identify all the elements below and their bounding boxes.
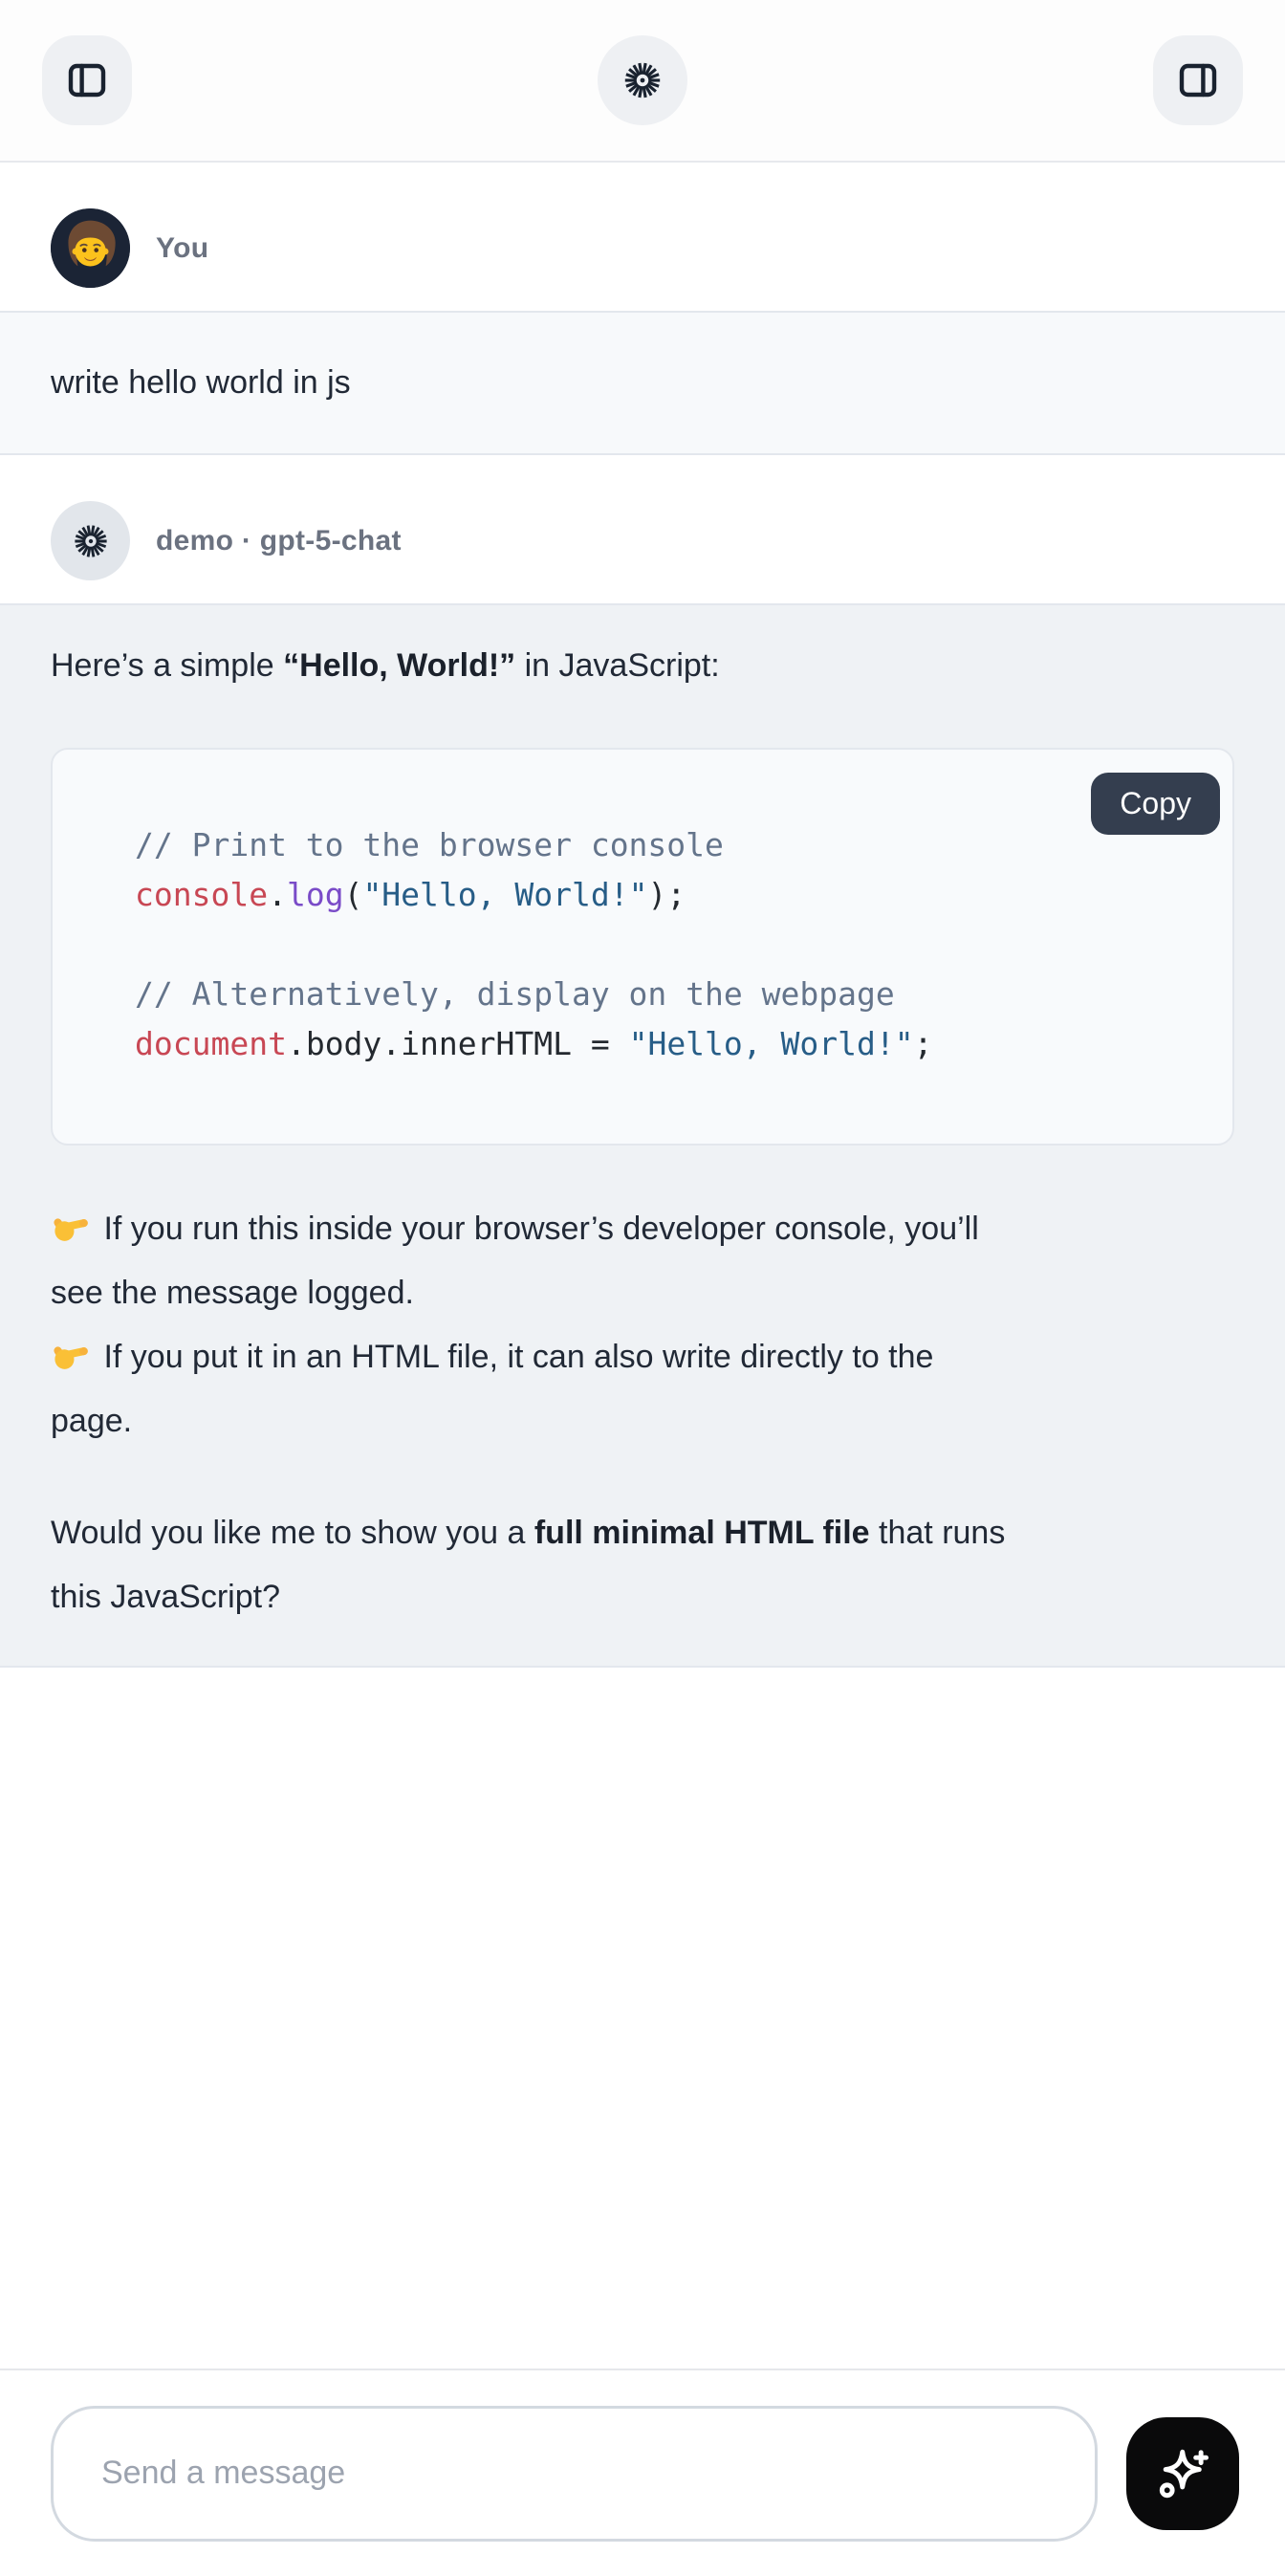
assistant-author-label: demo · gpt-5-chat <box>156 525 402 557</box>
assistant-avatar <box>51 501 130 580</box>
sparkle-icon <box>1153 2444 1212 2503</box>
empty-space <box>0 1668 1285 2369</box>
composer-bar <box>0 2369 1285 2576</box>
assistant-message-body: Here’s a simple “Hello, World!” in JavaS… <box>0 603 1285 1668</box>
user-avatar <box>51 208 130 288</box>
sparkle-send-button[interactable] <box>1126 2417 1239 2530</box>
panel-left-icon <box>64 57 110 103</box>
model-logo-button[interactable] <box>598 35 687 125</box>
user-message-body: write hello world in js <box>0 311 1285 455</box>
assistant-intro-paragraph: Here’s a simple “Hello, World!” in JavaS… <box>51 634 1234 698</box>
starburst-logo-icon <box>621 58 664 102</box>
copy-button[interactable]: Copy <box>1091 773 1220 835</box>
assistant-message-header: demo · gpt-5-chat <box>0 455 1285 603</box>
panel-right-icon <box>1175 57 1221 103</box>
assistant-paragraph: If you run this inside your browser’s de… <box>51 1197 1234 1453</box>
starburst-icon <box>71 521 111 561</box>
assistant-paragraph: Would you like me to show you a full min… <box>51 1501 1234 1629</box>
pointing-right-emoji <box>51 1206 91 1246</box>
person-emoji-icon <box>51 208 130 288</box>
user-message-text: write hello world in js <box>51 364 351 401</box>
right-panel-toggle-button[interactable] <box>1153 35 1243 125</box>
code-block: Copy // Print to the browser console con… <box>51 748 1234 1146</box>
sidebar-toggle-button[interactable] <box>42 35 132 125</box>
message-input[interactable] <box>51 2406 1098 2542</box>
assistant-paragraphs: If you run this inside your browser’s de… <box>51 1197 1234 1629</box>
code-content: // Print to the browser console console.… <box>53 750 1232 1144</box>
user-message-header: You <box>0 163 1285 311</box>
top-bar <box>0 0 1285 163</box>
chat-app-screen: You write hello world in js demo · gpt-5… <box>0 0 1285 2576</box>
user-author-label: You <box>156 232 208 265</box>
pointing-right-emoji <box>51 1334 91 1374</box>
